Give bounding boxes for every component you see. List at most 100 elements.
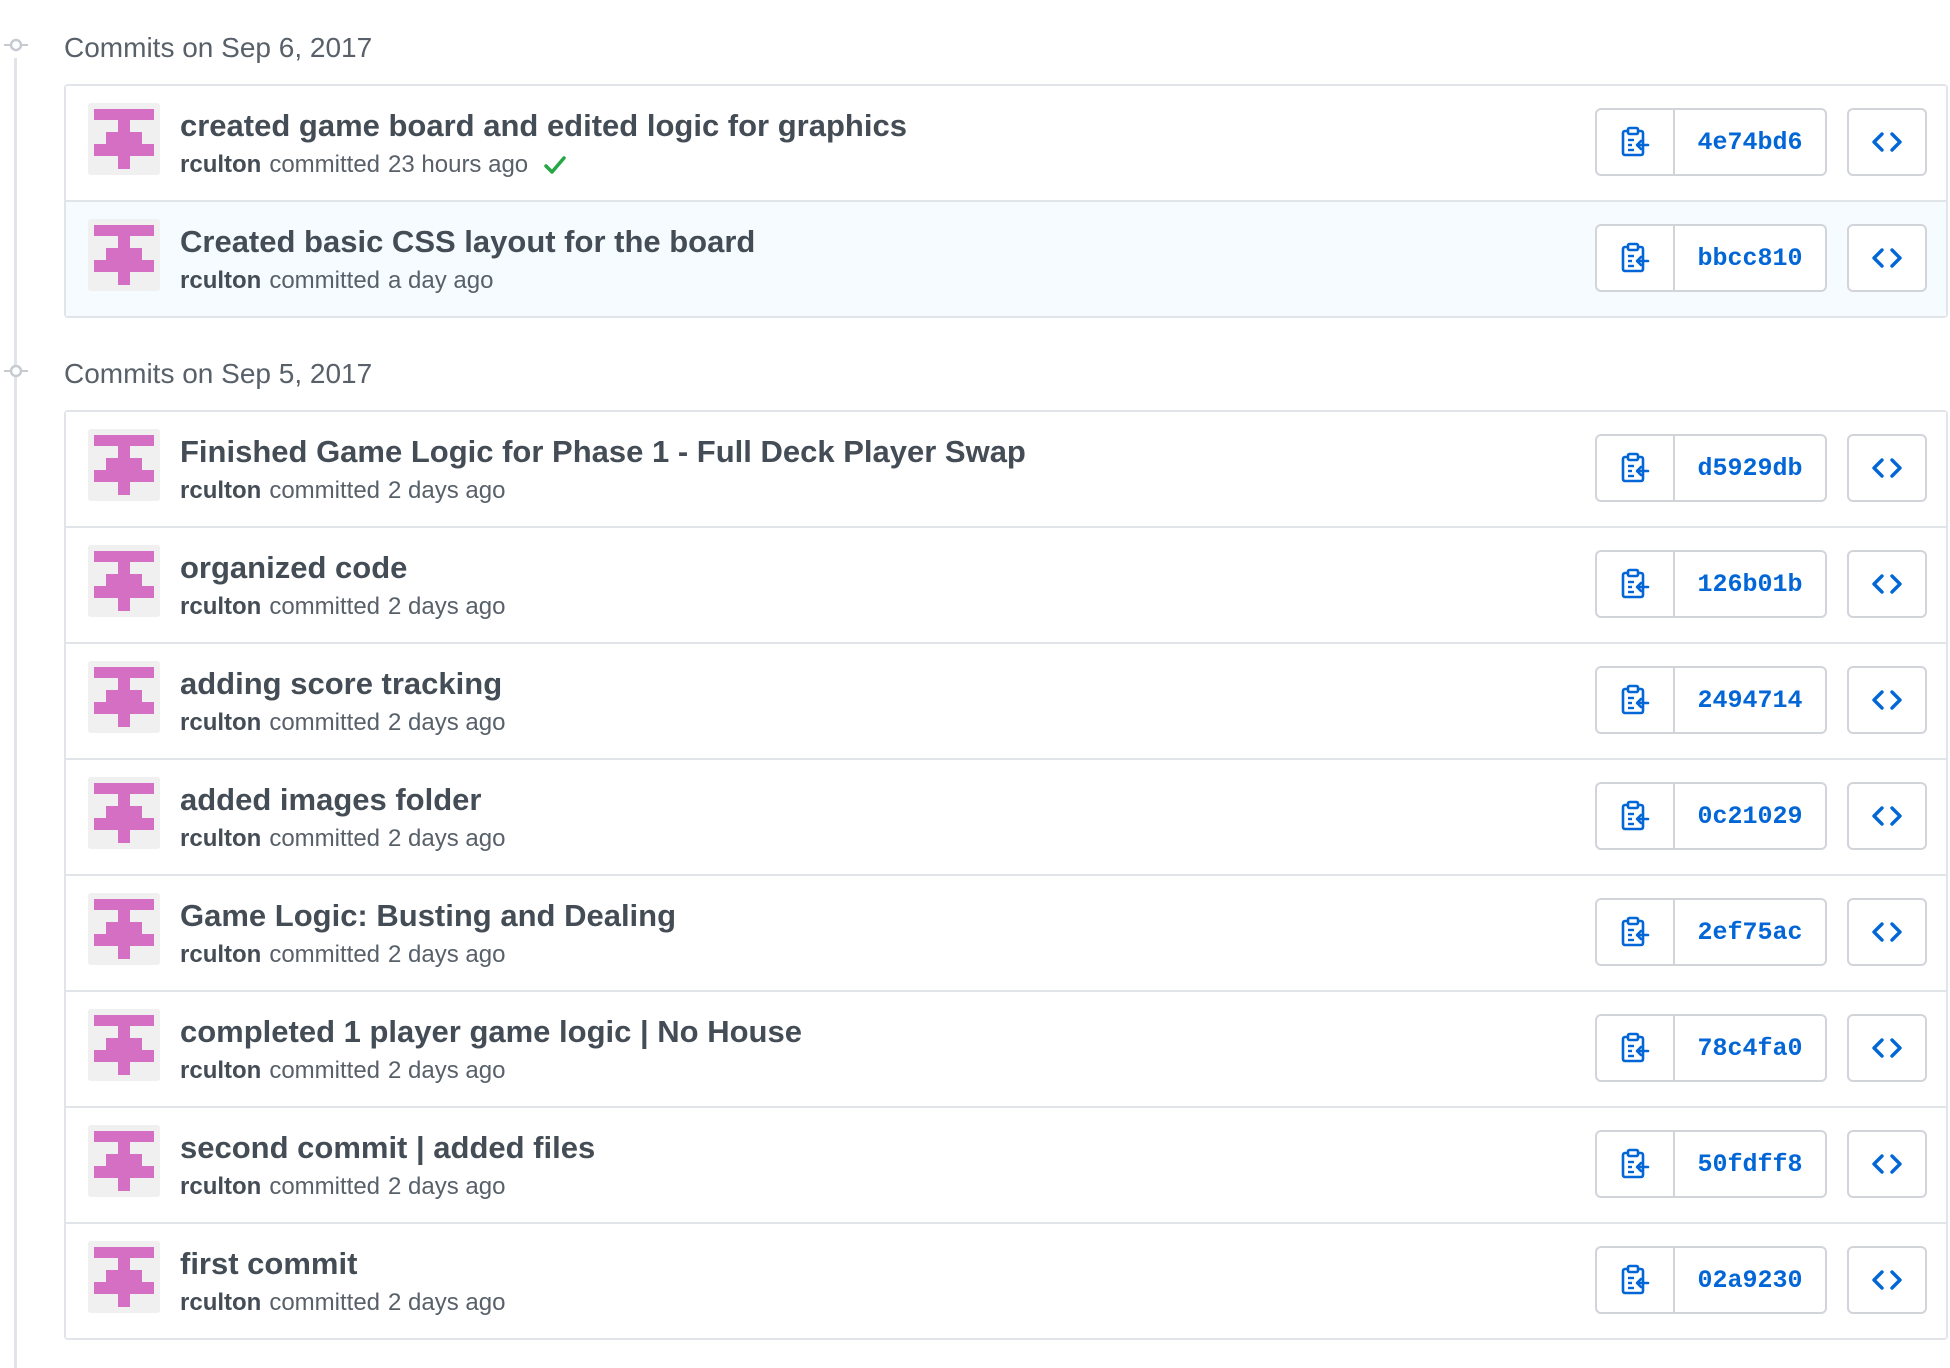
copy-sha-button[interactable] [1597,552,1675,616]
copy-sha-button[interactable] [1597,1016,1675,1080]
commit-verb: committed [269,267,381,294]
copy-sha-button[interactable] [1597,668,1675,732]
identicon-avatar[interactable] [88,429,160,501]
browse-repo-button[interactable] [1847,108,1927,176]
code-icon [1872,806,1902,826]
commit-sha-link[interactable]: bbcc810 [1675,226,1825,290]
commit-message-link[interactable]: adding score tracking [180,664,502,704]
commit-message-link[interactable]: completed 1 player game logic | No House [180,1012,802,1052]
commit-message-link[interactable]: second commit | added files [180,1128,595,1168]
browse-repo-button[interactable] [1847,782,1927,850]
commit-message-link[interactable]: first commit [180,1244,357,1284]
commit-verb: committed [269,941,381,968]
commit-message-link[interactable]: added images folder [180,780,481,820]
commit-author-link[interactable]: rculton [180,1170,261,1204]
commit-meta: rculton committed 2 days ago [180,1170,505,1204]
commit-sha-link[interactable]: 0c21029 [1675,784,1825,848]
identicon-avatar[interactable] [88,545,160,617]
commit-author-link[interactable]: rculton [180,474,261,508]
code-icon [1872,1038,1902,1058]
commit-sha-button-group: 4e74bd6 [1595,108,1827,176]
copy-sha-button[interactable] [1597,1132,1675,1196]
browse-repo-button[interactable] [1847,666,1927,734]
commit-verb: committed [269,1173,381,1200]
check-icon[interactable] [542,152,568,178]
commit-meta: rculton committed 2 days ago [180,1054,505,1088]
browse-repo-button[interactable] [1847,224,1927,292]
commit-timeline: Commits on Sep 6, 2017 created game boar… [0,0,1950,1368]
commit-row: adding score tracking rculton committed … [66,642,1946,758]
commit-message-link[interactable]: Finished Game Logic for Phase 1 - Full D… [180,432,1026,472]
commit-sha-link[interactable]: 2494714 [1675,668,1825,732]
copy-sha-button[interactable] [1597,1248,1675,1312]
copy-sha-button[interactable] [1597,110,1675,174]
identicon-avatar[interactable] [88,1125,160,1197]
commit-message-link[interactable]: organized code [180,548,407,588]
commit-message-link[interactable]: Created basic CSS layout for the board [180,222,755,262]
commit-sha-link[interactable]: d5929db [1675,436,1825,500]
commit-sha-link[interactable]: 2ef75ac [1675,900,1825,964]
clippy-icon [1621,568,1650,599]
commit-time: 23 hours ago [388,151,529,178]
commit-author-link[interactable]: rculton [180,1286,261,1320]
commit-sha-button-group: 2494714 [1595,666,1827,734]
copy-sha-button[interactable] [1597,784,1675,848]
browse-repo-button[interactable] [1847,1014,1927,1082]
commit-author-link[interactable]: rculton [180,706,261,740]
git-commit-icon [4,363,28,379]
commit-time: 2 days ago [388,593,506,620]
identicon-avatar[interactable] [88,661,160,733]
commit-message-link[interactable]: created game board and edited logic for … [180,106,907,146]
commit-sha-link[interactable]: 4e74bd6 [1675,110,1825,174]
commit-author-link[interactable]: rculton [180,148,261,182]
commit-sha-button-group: 02a9230 [1595,1246,1827,1314]
commit-message-link[interactable]: Game Logic: Busting and Dealing [180,896,676,936]
commit-row: Created basic CSS layout for the board r… [66,200,1946,316]
commit-sha-link[interactable]: 78c4fa0 [1675,1016,1825,1080]
identicon-avatar[interactable] [88,103,160,175]
commit-row: second commit | added files rculton comm… [66,1106,1946,1222]
commit-meta: rculton committed 2 days ago [180,822,505,856]
commit-sha-button-group: 78c4fa0 [1595,1014,1827,1082]
commit-row: organized code rculton committed 2 days … [66,526,1946,642]
browse-repo-button[interactable] [1847,550,1927,618]
code-icon [1872,574,1902,594]
commit-row: first commit rculton committed 2 days ag… [66,1222,1946,1338]
browse-repo-button[interactable] [1847,434,1927,502]
commit-author-link[interactable]: rculton [180,1054,261,1088]
commit-time: 2 days ago [388,941,506,968]
commit-sha-link[interactable]: 02a9230 [1675,1248,1825,1312]
code-icon [1872,1154,1902,1174]
commit-author-link[interactable]: rculton [180,590,261,624]
commit-verb: committed [269,1289,381,1316]
commit-time: 2 days ago [388,1289,506,1316]
identicon-avatar[interactable] [88,893,160,965]
copy-sha-button[interactable] [1597,436,1675,500]
browse-repo-button[interactable] [1847,1246,1927,1314]
commit-author-link[interactable]: rculton [180,938,261,972]
commit-row: completed 1 player game logic | No House… [66,990,1946,1106]
copy-sha-button[interactable] [1597,900,1675,964]
commit-meta: rculton committed 2 days ago [180,474,505,508]
commit-row: Finished Game Logic for Phase 1 - Full D… [66,412,1946,526]
clippy-icon [1621,1148,1650,1179]
clippy-icon [1621,452,1650,483]
commit-sha-link[interactable]: 50fdff8 [1675,1132,1825,1196]
code-icon [1872,248,1902,268]
git-commit-icon [4,37,28,53]
browse-repo-button[interactable] [1847,898,1927,966]
commit-group-header: Commits on Sep 6, 2017 [0,16,1950,76]
commit-verb: committed [269,593,381,620]
browse-repo-button[interactable] [1847,1130,1927,1198]
code-icon [1872,922,1902,942]
identicon-avatar[interactable] [88,219,160,291]
commit-author-link[interactable]: rculton [180,264,261,298]
commit-meta: rculton committed 2 days ago [180,938,505,972]
commit-author-link[interactable]: rculton [180,822,261,856]
identicon-avatar[interactable] [88,777,160,849]
identicon-avatar[interactable] [88,1009,160,1081]
commit-row: Game Logic: Busting and Dealing rculton … [66,874,1946,990]
identicon-avatar[interactable] [88,1241,160,1313]
copy-sha-button[interactable] [1597,226,1675,290]
commit-sha-link[interactable]: 126b01b [1675,552,1825,616]
